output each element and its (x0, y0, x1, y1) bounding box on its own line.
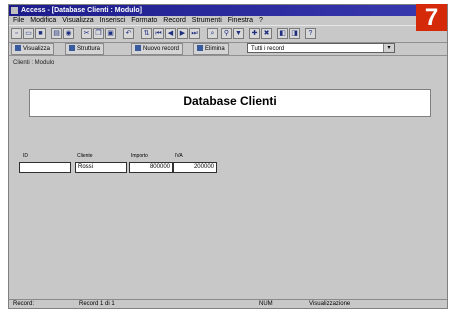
database-icon[interactable]: ◧ (277, 28, 288, 39)
field-id-input[interactable] (19, 162, 71, 173)
paste-icon[interactable]: ▣ (105, 28, 116, 39)
view-icon (15, 45, 21, 51)
view-button[interactable]: Visualizza (11, 43, 54, 55)
menu-formato[interactable]: Formato (131, 17, 157, 24)
status-left: Record: (13, 301, 35, 307)
save-icon[interactable]: ■ (35, 28, 46, 39)
last-record-icon[interactable]: ⏭ (189, 28, 200, 39)
delete-icon (197, 45, 203, 51)
menu-inserisci[interactable]: Inserisci (100, 17, 126, 24)
design-button[interactable]: Struttura (65, 43, 105, 55)
status-record: Record 1 di 1 (79, 301, 115, 307)
preview-icon[interactable]: ◉ (63, 28, 74, 39)
status-mode: Visualizzazione (309, 301, 351, 307)
next-record-icon[interactable]: ▶ (177, 28, 188, 39)
menu-file[interactable]: File (13, 17, 24, 24)
menu-bar: File Modifica Visualizza Inserisci Forma… (9, 16, 447, 25)
undo-icon[interactable]: ↶ (123, 28, 134, 39)
status-bar: Record: Record 1 di 1 NUM Visualizzazion… (9, 299, 447, 309)
cut-icon[interactable]: ✂ (81, 28, 92, 39)
field-iva-input[interactable]: 200000 (173, 162, 217, 173)
form-toolbar: Visualizza Struttura Nuovo record Elimin… (9, 42, 447, 56)
form-title: Database Clienti (183, 94, 277, 108)
first-record-icon[interactable]: ⏮ (153, 28, 164, 39)
print-icon[interactable]: ▤ (51, 28, 62, 39)
form-header: Database Clienti (29, 89, 431, 117)
design-icon (69, 45, 75, 51)
delete-button[interactable]: Elimina (193, 43, 229, 55)
step-number-badge: 7 (416, 4, 447, 31)
open-icon[interactable]: ▭ (23, 28, 34, 39)
menu-strumenti[interactable]: Strumenti (192, 17, 222, 24)
menu-finestra[interactable]: Finestra (228, 17, 253, 24)
filter-icon[interactable]: ⚲ (221, 28, 232, 39)
field-cliente-input[interactable]: Rossi (75, 162, 127, 173)
standard-toolbar: ▫ ▭ ■ ▤ ◉ ✂ ❐ ▣ ↶ ⇅ ⏮ ◀ ▶ ⏭ ⌕ ⚲ ▼ ✚ ✖ ◧ … (9, 25, 447, 43)
access-window: Access - [Database Clienti : Modulo] Fil… (8, 4, 448, 309)
prev-record-icon[interactable]: ◀ (165, 28, 176, 39)
sort-icon[interactable]: ⇅ (141, 28, 152, 39)
status-num: NUM (259, 301, 273, 307)
chevron-down-icon[interactable]: ▾ (383, 44, 394, 52)
field-label-id: ID (23, 153, 28, 159)
apply-filter-icon[interactable]: ▼ (233, 28, 244, 39)
window-title: Access - [Database Clienti : Modulo] (21, 7, 142, 14)
new-record-icon[interactable]: ✚ (249, 28, 260, 39)
record-filter-select[interactable]: Tutti i record ▾ (247, 43, 395, 53)
copy-icon[interactable]: ❐ (93, 28, 104, 39)
menu-visualizza[interactable]: Visualizza (62, 17, 93, 24)
help-icon[interactable]: ? (305, 28, 316, 39)
field-label-iva: IVA (175, 153, 183, 159)
breadcrumb: Clienti : Modulo (13, 60, 55, 66)
app-icon (11, 7, 18, 14)
find-icon[interactable]: ⌕ (207, 28, 218, 39)
field-label-cliente: Cliente (77, 153, 93, 159)
new-icon[interactable]: ▫ (11, 28, 22, 39)
field-importo-input[interactable]: 800000 (129, 162, 173, 173)
new-record-button[interactable]: Nuovo record (131, 43, 184, 55)
record-icon (135, 45, 141, 51)
delete-record-icon[interactable]: ✖ (261, 28, 272, 39)
new-object-icon[interactable]: ◨ (289, 28, 300, 39)
menu-help[interactable]: ? (259, 17, 263, 24)
menu-modifica[interactable]: Modifica (30, 17, 56, 24)
menu-record[interactable]: Record (163, 17, 186, 24)
title-bar: Access - [Database Clienti : Modulo] (9, 5, 447, 16)
field-label-importo: Importo (131, 153, 148, 159)
